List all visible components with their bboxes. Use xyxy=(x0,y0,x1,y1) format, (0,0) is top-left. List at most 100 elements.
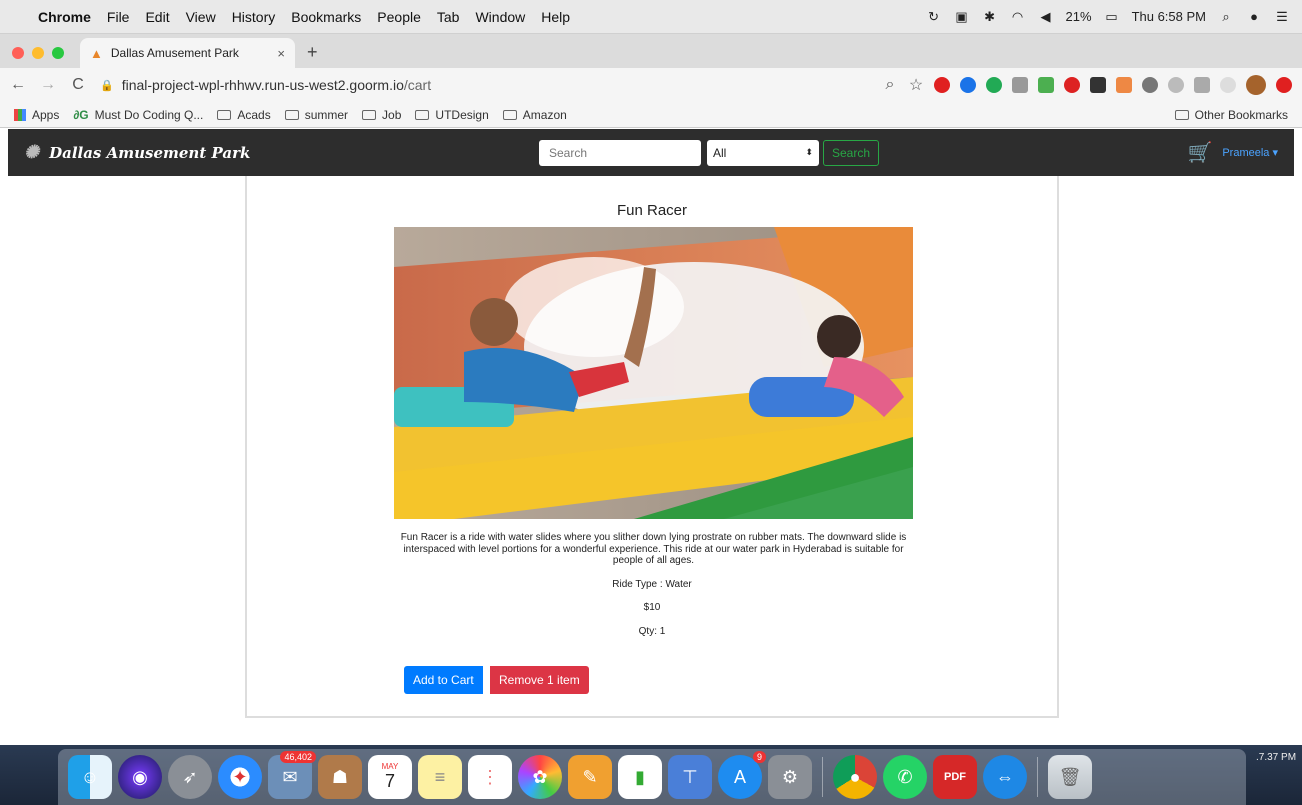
category-select[interactable]: All ⬍ xyxy=(707,139,819,166)
close-icon[interactable]: × xyxy=(277,46,285,61)
forward-icon[interactable]: → xyxy=(40,76,56,94)
fireworks-logo-icon: ✺ xyxy=(24,142,40,163)
table-extension-icon[interactable] xyxy=(1116,77,1132,93)
battery-percent[interactable]: 21% xyxy=(1066,9,1092,24)
download-extension-icon[interactable] xyxy=(1038,77,1054,93)
grammarly-extension-icon[interactable] xyxy=(986,77,1002,93)
reload-icon[interactable]: C xyxy=(70,76,86,94)
folder-icon xyxy=(502,109,517,120)
reminders-icon[interactable]: ⋮ xyxy=(468,755,512,799)
wifi-icon[interactable]: ◠ xyxy=(1010,9,1026,25)
select-arrows-icon: ⬍ xyxy=(805,147,813,157)
opera-extension-icon[interactable] xyxy=(934,77,950,93)
search-button[interactable]: Search xyxy=(823,139,880,166)
mask-extension-icon[interactable] xyxy=(1012,77,1028,93)
siri-icon[interactable]: ● xyxy=(1246,9,1262,25)
screen-icon[interactable]: ▣ xyxy=(954,9,970,25)
user-dropdown[interactable]: Prameela ▾ xyxy=(1222,146,1278,159)
opera-menu-icon[interactable] xyxy=(1276,77,1292,93)
pdf-app-icon[interactable]: PDF xyxy=(933,755,977,799)
menu-people[interactable]: People xyxy=(377,9,421,25)
menu-history[interactable]: History xyxy=(232,9,276,25)
json-extension-icon[interactable] xyxy=(1220,77,1236,93)
folder-icon xyxy=(217,109,232,120)
ride-photo xyxy=(394,227,913,519)
notification-list-icon[interactable]: ☰ xyxy=(1274,9,1290,25)
adblock-extension-icon[interactable] xyxy=(1064,77,1080,93)
mail-icon[interactable]: ✉ 46,402 xyxy=(268,751,316,799)
contacts-icon[interactable]: ☗ xyxy=(318,755,362,799)
notes-icon[interactable]: ≡ xyxy=(418,755,462,799)
menu-help[interactable]: Help xyxy=(541,9,570,25)
keynote-icon[interactable]: ⊤ xyxy=(668,755,712,799)
cart-icon[interactable]: 🛒 xyxy=(1187,140,1212,165)
link-extension-icon[interactable] xyxy=(1168,77,1184,93)
safari-icon[interactable]: ✦ xyxy=(218,755,262,799)
bookmark-geeksforgeeks[interactable]: ∂G Must Do Coding Q... xyxy=(73,108,203,122)
url-field[interactable]: 🔒 final-project-wpl-rhhwv.run-us-west2.g… xyxy=(100,72,780,98)
chrome-icon[interactable]: ● xyxy=(833,755,877,799)
whatsapp-icon[interactable]: ✆ xyxy=(883,755,927,799)
bookmark-other[interactable]: Other Bookmarks xyxy=(1174,108,1288,122)
color-extension-icon[interactable] xyxy=(1090,77,1106,93)
battery-icon[interactable]: ▭ xyxy=(1104,9,1120,25)
calendar-icon[interactable]: MAY 7 xyxy=(368,755,412,799)
menu-chrome[interactable]: Chrome xyxy=(38,9,91,25)
zoom-icon[interactable]: ⌕ xyxy=(882,76,898,94)
tab-strip: ▲ Dallas Amusement Park × + xyxy=(0,34,1302,68)
bookmark-apps[interactable]: Apps xyxy=(14,108,59,122)
search-input[interactable] xyxy=(539,139,701,166)
appstore-badge: 9 xyxy=(752,751,766,763)
menu-edit[interactable]: Edit xyxy=(145,9,169,25)
maximize-window-button[interactable] xyxy=(52,47,64,59)
profile-avatar[interactable] xyxy=(1246,75,1266,95)
bluetooth-icon[interactable]: ✱ xyxy=(982,9,998,25)
pages-icon[interactable]: ✎ xyxy=(568,755,612,799)
bookmark-utdesign[interactable]: UTDesign xyxy=(415,108,489,122)
new-tab-button[interactable]: + xyxy=(307,38,318,68)
sync-icon[interactable]: ↻ xyxy=(926,9,942,25)
bookmark-job[interactable]: Job xyxy=(362,108,401,122)
close-window-button[interactable] xyxy=(12,47,24,59)
lock-icon: 🔒 xyxy=(100,79,114,92)
minimize-window-button[interactable] xyxy=(32,47,44,59)
skype-extension-icon[interactable] xyxy=(960,77,976,93)
appstore-icon[interactable]: A9 xyxy=(718,751,766,799)
dock-separator xyxy=(822,757,823,797)
back-icon[interactable]: ← xyxy=(10,76,26,94)
menubar-clock[interactable]: Thu 6:58 PM xyxy=(1132,9,1206,24)
ride-price: $10 xyxy=(643,602,661,613)
system-preferences-icon[interactable]: ⚙ xyxy=(768,755,812,799)
reader-extension-icon[interactable] xyxy=(1194,77,1210,93)
teamviewer-icon[interactable]: ⇔ xyxy=(983,755,1027,799)
bookmark-acads[interactable]: Acads xyxy=(217,108,271,122)
bookmarks-bar: Apps ∂G Must Do Coding Q... Acads summer … xyxy=(0,102,1302,128)
bookmark-amazon[interactable]: Amazon xyxy=(502,108,567,122)
trash-icon[interactable]: 🗑 xyxy=(1048,755,1092,799)
menu-view[interactable]: View xyxy=(186,9,216,25)
dock-clock-fragment: .7.37 PM xyxy=(1256,752,1297,763)
siri-dock-icon[interactable]: ◉ xyxy=(118,755,162,799)
circle-extension-icon[interactable] xyxy=(1142,77,1158,93)
photos-icon[interactable]: ✿ xyxy=(518,755,562,799)
tab-dallas-amusement-park[interactable]: ▲ Dallas Amusement Park × xyxy=(80,38,295,68)
folder-icon xyxy=(284,109,299,120)
menu-bookmarks[interactable]: Bookmarks xyxy=(291,9,361,25)
site-brand[interactable]: ✺ Dallas Amusement Park xyxy=(24,142,539,163)
star-icon[interactable]: ☆ xyxy=(908,75,924,95)
menu-tab[interactable]: Tab xyxy=(437,9,460,25)
macos-dock: ☺ ◉ ➶ ✦ ✉ 46,402 ☗ MAY 7 ≡ ⋮ ✿ ✎ ▮ ⊤ A9 ⚙ … xyxy=(58,749,1246,805)
menu-file[interactable]: File xyxy=(107,9,130,25)
bookmark-summer[interactable]: summer xyxy=(284,108,348,122)
menu-window[interactable]: Window xyxy=(475,9,525,25)
remove-item-button[interactable]: Remove 1 item xyxy=(490,666,589,694)
launchpad-icon[interactable]: ➶ xyxy=(168,755,212,799)
spotlight-icon[interactable]: ⌕ xyxy=(1218,9,1234,25)
brand-name: Dallas Amusement Park xyxy=(49,143,251,162)
volume-icon[interactable]: ◀ xyxy=(1038,9,1054,25)
status-area: ↻ ▣ ✱ ◠ ◀ 21% ▭ Thu 6:58 PM ⌕ ● ☰ xyxy=(926,9,1290,25)
macos-menubar: Chrome File Edit View History Bookmarks … xyxy=(0,0,1302,34)
add-to-cart-button[interactable]: Add to Cart xyxy=(404,666,483,694)
finder-icon[interactable]: ☺ xyxy=(68,755,112,799)
numbers-icon[interactable]: ▮ xyxy=(618,755,662,799)
